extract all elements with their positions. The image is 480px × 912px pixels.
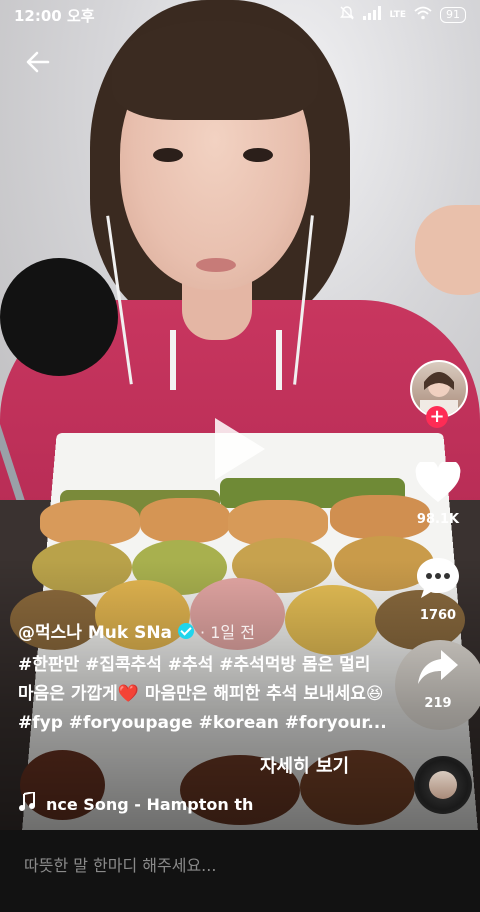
microphone xyxy=(0,258,118,376)
video-person-lips xyxy=(196,258,236,272)
wifi-icon xyxy=(414,6,432,23)
post-date: · 1일 전 xyxy=(200,622,255,642)
video-description[interactable]: #한판만 #집콕추석 #추석 #추석먹방 몸은 멀리 마음은 가깝게❤️ 마음만… xyxy=(18,651,388,738)
food-item xyxy=(40,500,140,545)
back-button[interactable] xyxy=(22,46,54,78)
battery-indicator: 91 xyxy=(440,6,466,23)
arrow-left-icon xyxy=(26,51,50,73)
status-bar: 12:00 오후 LTE 91 xyxy=(0,0,480,30)
verified-badge-icon xyxy=(178,622,195,639)
play-icon[interactable] xyxy=(215,418,265,480)
video-person-eye xyxy=(243,148,273,162)
share-button[interactable]: 219 xyxy=(406,648,470,711)
video-person-collar xyxy=(170,330,282,390)
heart-icon xyxy=(415,459,461,502)
status-icons: LTE 91 xyxy=(339,5,466,24)
like-button[interactable]: 98.1K xyxy=(406,459,470,527)
lte-icon: LTE xyxy=(389,9,406,20)
music-title: nce Song - Hampton th xyxy=(46,794,254,814)
status-time: 12:00 오후 xyxy=(14,7,95,25)
video-person-eye xyxy=(153,148,183,162)
signal-icon xyxy=(363,6,382,23)
follow-plus-button[interactable]: + xyxy=(426,406,448,428)
music-disc[interactable] xyxy=(414,756,472,814)
comment-input-placeholder[interactable]: 따뜻한 말 한마디 해주세요... xyxy=(24,852,216,876)
see-more-link[interactable]: 자세히 보기 xyxy=(260,752,349,778)
comment-count: 1760 xyxy=(419,608,457,623)
share-icon xyxy=(418,650,458,684)
music-info[interactable]: nce Song - Hampton th xyxy=(18,790,254,816)
comment-bar[interactable]: 따뜻한 말 한마디 해주세요... xyxy=(0,830,480,912)
comment-icon xyxy=(417,558,459,598)
music-disc-avatar xyxy=(429,771,457,799)
share-count: 219 xyxy=(424,696,452,711)
video-caption: @먹스나 Muk SNa · 1일 전 #한판만 #집콕추석 #추석 #추석먹방… xyxy=(18,618,388,738)
creator-handle[interactable]: @먹스나 Muk SNa xyxy=(18,618,172,643)
food-item xyxy=(140,498,230,543)
like-count: 98.1K xyxy=(416,512,460,527)
comment-button[interactable]: 1760 xyxy=(406,556,470,623)
video-person-bangs xyxy=(112,20,318,120)
music-note-icon xyxy=(18,790,36,816)
creator-info: @먹스나 Muk SNa · 1일 전 xyxy=(18,618,388,643)
mute-icon xyxy=(339,5,355,24)
